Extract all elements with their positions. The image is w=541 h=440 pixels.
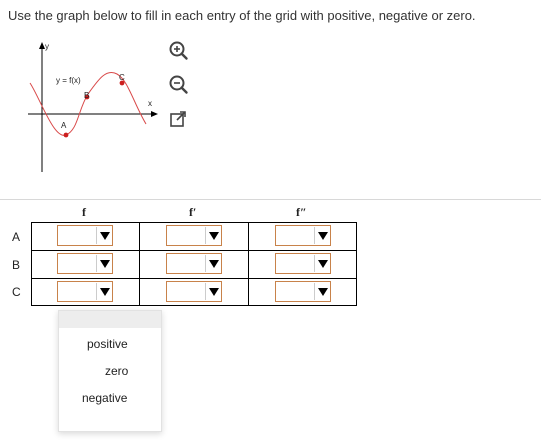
row-label-a: A xyxy=(12,230,21,244)
function-curve xyxy=(29,72,147,136)
dropdown-option-zero[interactable]: zero xyxy=(105,364,128,378)
select-c-f[interactable] xyxy=(57,281,113,302)
dropdown-arrow-icon xyxy=(209,260,219,268)
dropdown-option-positive[interactable]: positive xyxy=(87,337,128,351)
column-header-f: f xyxy=(82,205,86,219)
dropdown-arrow-icon xyxy=(100,232,110,240)
dropdown-arrow-icon xyxy=(209,288,219,296)
function-label: y = f(x) xyxy=(56,76,81,85)
dropdown-arrow-icon xyxy=(100,288,110,296)
column-header-f-double-prime: f″ xyxy=(296,205,307,219)
select-b-f-prime[interactable] xyxy=(166,253,222,274)
row-label-b: B xyxy=(12,258,21,272)
select-a-f[interactable] xyxy=(57,225,113,246)
zoom-out-icon[interactable] xyxy=(167,74,189,96)
function-graph: y x y = f(x) A B C xyxy=(28,42,158,172)
dropdown-menu: positive zero negative xyxy=(58,310,162,432)
row-label-c: C xyxy=(12,285,21,299)
y-axis-label: y xyxy=(45,42,49,51)
dropdown-arrow-icon xyxy=(318,232,328,240)
point-c-label: C xyxy=(119,73,125,82)
select-c-f-double-prime[interactable] xyxy=(275,281,331,302)
dropdown-arrow-icon xyxy=(100,260,110,268)
point-a-label: A xyxy=(61,121,67,130)
section-divider xyxy=(0,199,541,200)
select-a-f-prime[interactable] xyxy=(166,225,222,246)
open-new-window-icon[interactable] xyxy=(167,108,189,130)
select-b-f-double-prime[interactable] xyxy=(275,253,331,274)
x-axis-arrow-icon xyxy=(151,111,158,117)
point-b-label: B xyxy=(84,91,89,100)
instruction-text: Use the graph below to fill in each entr… xyxy=(8,8,476,23)
select-c-f-prime[interactable] xyxy=(166,281,222,302)
dropdown-arrow-icon xyxy=(318,288,328,296)
dropdown-option-negative[interactable]: negative xyxy=(82,391,127,405)
select-b-f[interactable] xyxy=(57,253,113,274)
x-axis-label: x xyxy=(148,99,152,108)
select-a-f-double-prime[interactable] xyxy=(275,225,331,246)
dropdown-arrow-icon xyxy=(318,260,328,268)
dropdown-arrow-icon xyxy=(209,232,219,240)
column-header-f-prime: f′ xyxy=(189,205,197,219)
dropdown-option-blank[interactable] xyxy=(59,311,161,328)
point-a xyxy=(63,132,69,138)
zoom-in-icon[interactable] xyxy=(167,40,189,62)
